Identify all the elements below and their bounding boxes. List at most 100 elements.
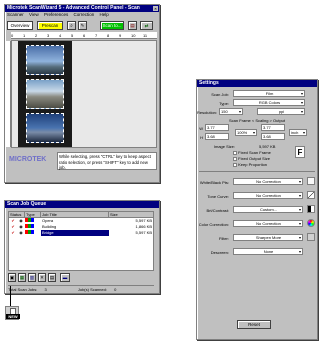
main-title-bar[interactable]: Microtek ScanWizard 5 - Advanced Control… — [5, 5, 159, 12]
color-picker-icon[interactable]: ✎ — [78, 21, 87, 30]
resolution-unit-value: ppi — [278, 109, 285, 114]
menu-correction[interactable]: Correction — [74, 12, 95, 17]
film-strip[interactable] — [18, 41, 72, 147]
film-frame-opera[interactable] — [26, 45, 64, 75]
prescan-button[interactable]: Prescan — [37, 21, 63, 30]
ruler-tick: 6 — [83, 33, 86, 38]
eye-icon[interactable]: ◉ — [17, 230, 25, 236]
filter-tool-icon[interactable] — [307, 233, 315, 241]
job-info-icon[interactable]: ▤ — [48, 273, 56, 282]
zoom-icon[interactable]: ⌕ — [67, 21, 76, 30]
main-title: Microtek ScanWizard 5 - Advanced Control… — [7, 5, 140, 11]
main-scan-window: Microtek ScanWizard 5 - Advanced Control… — [4, 4, 160, 183]
ruler-tick: 9 — [119, 33, 122, 38]
w-label: W — [199, 126, 203, 131]
tone-curve-select[interactable]: No Correction ▾ — [233, 192, 303, 199]
new-job-icon[interactable]: ▣ — [8, 273, 16, 282]
h-label: H — [200, 135, 203, 140]
toggle-view-icon[interactable]: ⇄ — [140, 21, 153, 30]
checkmark-icon[interactable]: ✔ — [9, 230, 17, 236]
descreen-select[interactable]: None ▾ — [233, 248, 303, 255]
callout-line — [10, 286, 11, 306]
scan-job-select[interactable]: Film ▾ — [233, 90, 305, 97]
keep-proportion-checkbox[interactable] — [233, 162, 237, 167]
tone-curve-tool-icon[interactable] — [307, 191, 315, 199]
brightness-tool-icon[interactable] — [307, 205, 315, 213]
queue-title-bar[interactable]: Scan Job Queue — [5, 201, 159, 208]
film-frame-building[interactable] — [26, 79, 64, 109]
ruler-tick: 8 — [107, 33, 110, 38]
width-input[interactable]: 3.77 — [205, 124, 229, 131]
unit-value: inch — [291, 130, 299, 135]
chevron-down-icon: ▾ — [298, 249, 301, 254]
chevron-down-icon: ▾ — [298, 193, 301, 198]
scanner-icon[interactable]: ▤ — [128, 21, 137, 30]
chevron-down-icon: ▾ — [302, 130, 305, 135]
reset-button[interactable]: Reset — [237, 320, 271, 329]
open-job-icon[interactable]: ▬ — [60, 273, 70, 282]
menu-bar: Scanner View Preferences Correction Help — [5, 12, 159, 18]
keep-proportion-option[interactable]: Keep Proportion — [233, 162, 267, 167]
ruler-tick: 1 — [23, 33, 26, 38]
white-black-select[interactable]: No Correction ▾ — [233, 178, 303, 185]
image-size-value: 5,597 KB — [259, 144, 276, 149]
column-size[interactable]: Size — [109, 212, 153, 217]
settings-title: Settings — [199, 80, 219, 86]
frame-header: Scan Frame < Scaling > Output — [228, 118, 286, 123]
scan-job-label: Scan Job: — [211, 92, 229, 97]
color-wheel-icon[interactable] — [307, 219, 315, 227]
settings-window: Settings Scan Job: Film ▾ Type: RGB Color… — [196, 79, 318, 340]
type-select[interactable]: RGB Colors ▾ — [233, 99, 305, 106]
type-value: RGB Colors — [258, 100, 281, 105]
film-frame-bridge[interactable] — [26, 113, 64, 143]
menu-help[interactable]: Help — [100, 12, 109, 17]
duplicate-job-icon[interactable]: ▦ — [18, 273, 26, 282]
height-output-input[interactable]: 3.68 — [261, 133, 285, 140]
lock-proportion-icon[interactable]: F — [295, 146, 305, 158]
horizontal-ruler: 0 1 2 3 4 5 6 7 8 9 10 11 — [11, 32, 157, 39]
width-output-input[interactable]: 3.77 — [261, 124, 285, 131]
brt-contrast-select[interactable]: Custom... ▾ — [233, 206, 303, 213]
total-jobs-label: Total Scan Jobs: — [8, 287, 38, 292]
fixed-output-size-checkbox[interactable] — [233, 156, 237, 161]
close-icon[interactable]: × — [153, 6, 158, 11]
job-title-cell: Bridge — [41, 230, 109, 236]
column-job-title[interactable]: Job Title — [41, 212, 109, 217]
total-jobs-value: 3 — [44, 287, 47, 292]
ruler-tick: 11 — [143, 33, 148, 38]
new-label: NEW — [6, 314, 20, 319]
menu-preferences[interactable]: Preferences — [44, 12, 68, 17]
filter-select[interactable]: Sharpen More ▾ — [233, 234, 303, 241]
color-correction-select[interactable]: No Correction ▾ — [233, 220, 303, 227]
menu-view[interactable]: View — [29, 12, 39, 17]
height-input[interactable]: 3.68 — [205, 133, 229, 140]
column-type[interactable]: Type — [25, 212, 41, 217]
color-type-icon — [25, 230, 41, 236]
jobs-scanned-value: 0 — [114, 287, 117, 292]
save-job-icon[interactable]: ▥ — [28, 273, 36, 282]
ruler-tick: 0 — [11, 33, 14, 38]
unit-select[interactable]: inch ▾ — [289, 129, 307, 136]
fixed-scan-frame-option[interactable]: Fixed Scan Frame — [233, 150, 271, 155]
menu-scanner[interactable]: Scanner — [7, 12, 24, 17]
white-black-tool-icon[interactable] — [307, 177, 315, 185]
overview-button[interactable]: Overview — [7, 21, 33, 30]
resolution-value: 150 — [221, 109, 228, 114]
queue-title: Scan Job Queue — [7, 201, 47, 207]
table-row-selected[interactable]: ✔ ◉ Bridge 5,597 KB — [9, 230, 153, 236]
scan-to-button[interactable]: Scan to... — [100, 21, 124, 30]
new-job-callout-icon: NEW — [5, 306, 20, 320]
settings-title-bar[interactable]: Settings — [197, 80, 317, 87]
chevron-down-icon: ▾ — [300, 109, 303, 114]
resolution-unit-select[interactable]: ppi ▾ — [257, 108, 305, 115]
keep-proportion-label: Keep Proportion — [238, 162, 268, 167]
resolution-select[interactable]: 150 ▾ — [219, 108, 243, 115]
fixed-output-size-option[interactable]: Fixed Output Size — [233, 156, 270, 161]
fixed-scan-frame-checkbox[interactable] — [233, 150, 237, 155]
scan-job-queue-window: Scan Job Queue Status Type Job Title Siz… — [4, 200, 160, 294]
delete-job-icon[interactable]: ✕ — [38, 273, 46, 282]
column-status[interactable]: Status — [9, 212, 25, 217]
hint-text: While selecting, press "CTRL" key to kee… — [57, 152, 157, 170]
scale-select[interactable]: 100% ▾ — [235, 129, 257, 136]
preview-area[interactable] — [6, 40, 157, 148]
